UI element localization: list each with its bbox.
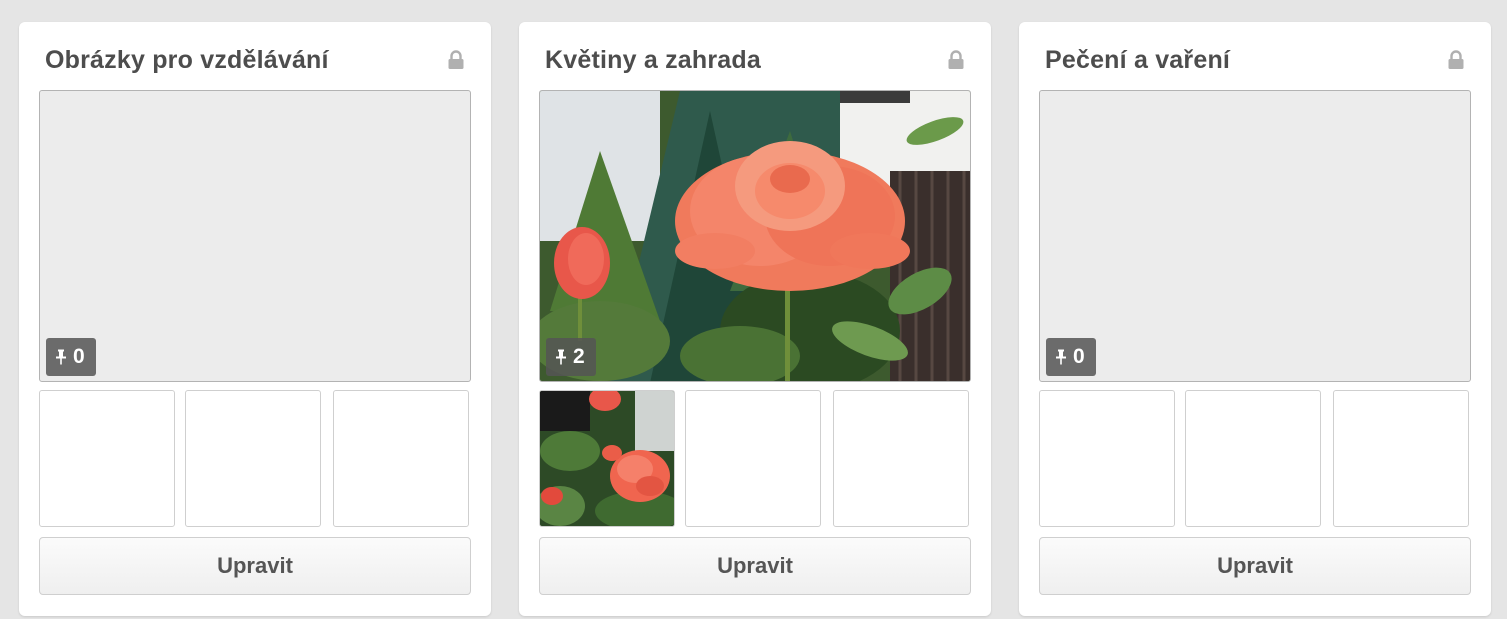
pin-icon (556, 349, 566, 365)
board-grid: Obrázky pro vzdělávání 0 Upravit Květiny… (19, 22, 1491, 616)
pin-count: 2 (573, 345, 585, 368)
pin-count-badge: 0 (1046, 338, 1096, 376)
edit-board-button[interactable]: Upravit (39, 537, 471, 595)
pin-icon (56, 349, 66, 365)
board-card: Pečení a vaření 0 Upravit (1019, 22, 1491, 616)
board-cover-image[interactable]: 2 (539, 90, 971, 382)
board-card: Obrázky pro vzdělávání 0 Upravit (19, 22, 491, 616)
edit-board-button[interactable]: Upravit (1039, 537, 1471, 595)
lock-icon (1448, 50, 1464, 69)
board-thumbnail[interactable] (1185, 390, 1321, 527)
roses-thumbnail-photo (540, 391, 674, 526)
board-title[interactable]: Pečení a vaření (1045, 46, 1230, 75)
board-thumbnail[interactable] (185, 390, 321, 527)
pin-icon (1056, 349, 1066, 365)
board-thumbnail[interactable] (39, 390, 175, 527)
board-thumbnail[interactable] (1039, 390, 1175, 527)
pin-count: 0 (73, 345, 85, 368)
board-thumbnail[interactable] (1333, 390, 1469, 527)
board-thumbnail[interactable] (685, 390, 821, 527)
pin-count-badge: 0 (46, 338, 96, 376)
pin-count-badge: 2 (546, 338, 596, 376)
board-cover-image[interactable]: 0 (1039, 90, 1471, 382)
board-title[interactable]: Obrázky pro vzdělávání (45, 46, 329, 75)
board-thumbnail[interactable] (833, 390, 969, 527)
lock-icon (948, 50, 964, 69)
rose-garden-photo (540, 91, 970, 381)
edit-board-button[interactable]: Upravit (539, 537, 971, 595)
board-cover-image[interactable]: 0 (39, 90, 471, 382)
board-thumbnail[interactable] (539, 390, 675, 527)
pin-count: 0 (1073, 345, 1085, 368)
lock-icon (448, 50, 464, 69)
board-thumbnail[interactable] (333, 390, 469, 527)
board-card: Květiny a zahrada 2 Upravit (519, 22, 991, 616)
board-title[interactable]: Květiny a zahrada (545, 46, 761, 75)
